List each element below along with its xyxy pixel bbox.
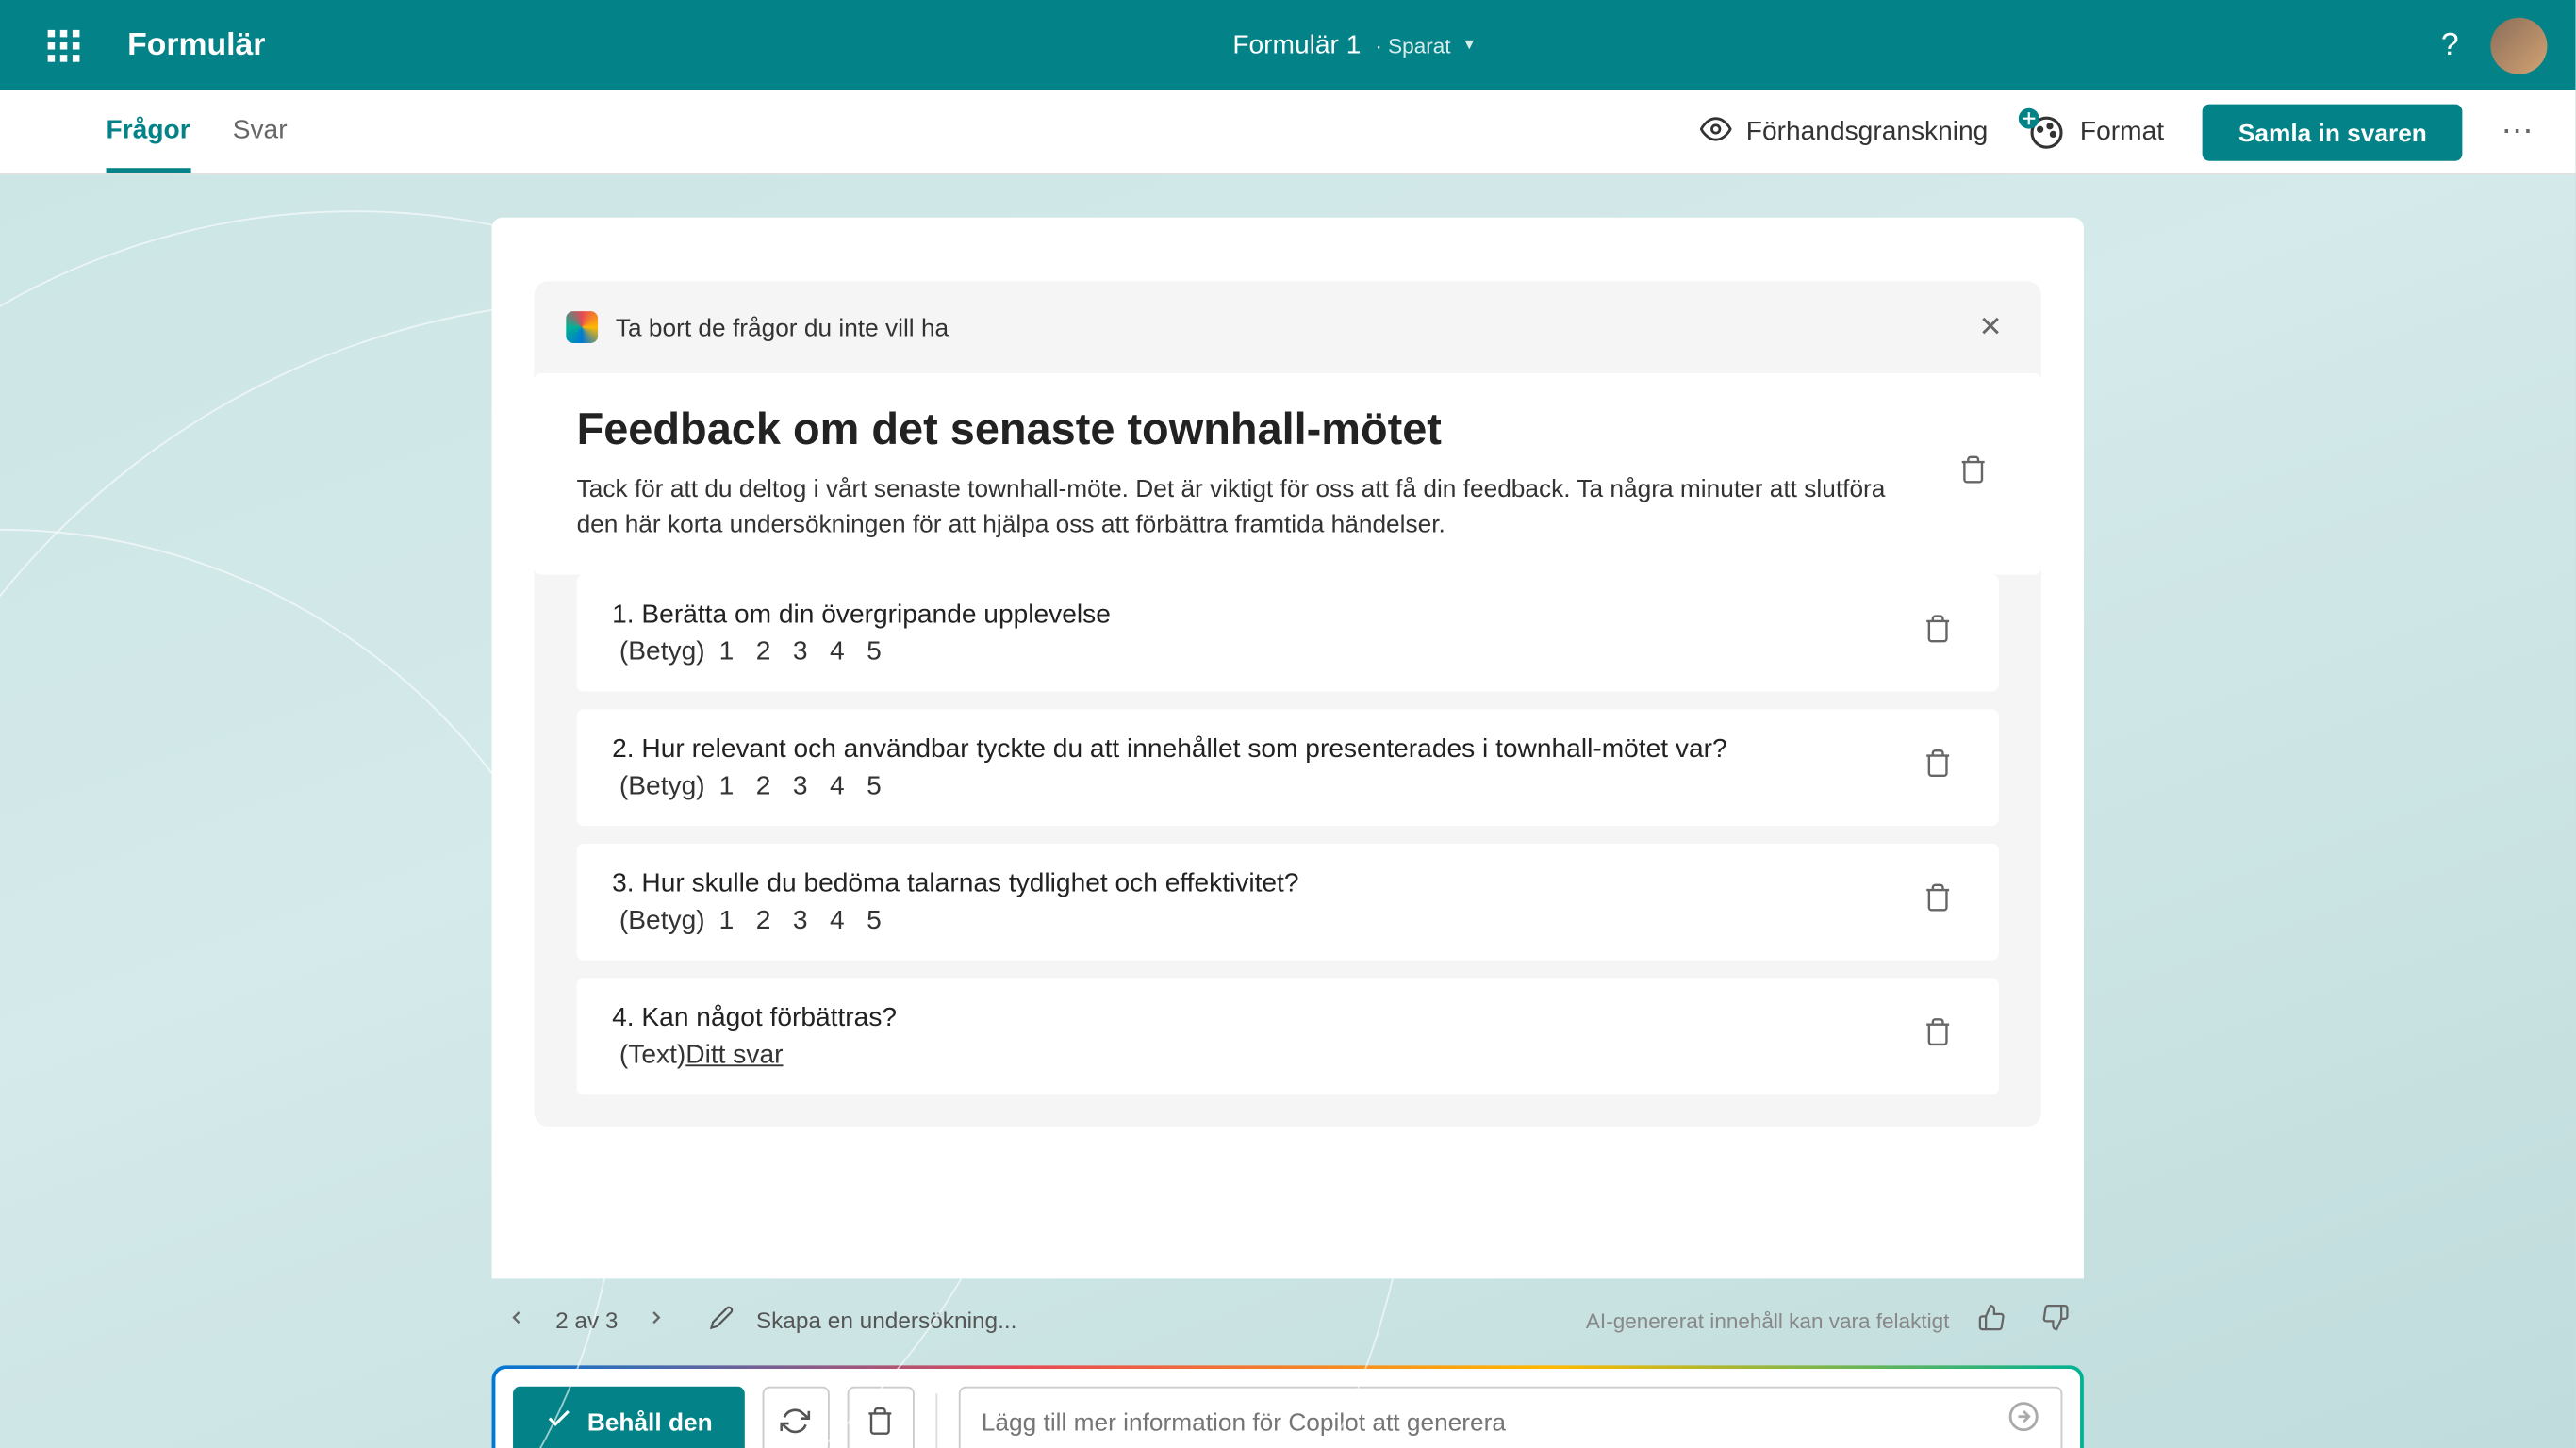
- app-name: Formulär: [127, 26, 265, 63]
- more-icon[interactable]: ⋯: [2502, 113, 2534, 150]
- close-icon[interactable]: ✕: [1972, 303, 2009, 353]
- question-block[interactable]: 3. Hur skulle du bedöma talarnas tydligh…: [577, 843, 1999, 960]
- waffle-icon: [48, 29, 80, 61]
- app-launcher-button[interactable]: [28, 9, 99, 80]
- delete-question-button[interactable]: [1912, 871, 1963, 931]
- question-block[interactable]: 1. Berätta om din övergripande upplevels…: [577, 574, 1999, 691]
- tab-questions[interactable]: Frågor: [107, 90, 190, 173]
- copilot-icon: [566, 311, 598, 343]
- question-block[interactable]: 2. Hur relevant och användbar tyckte du …: [577, 709, 1999, 826]
- saved-status: · Sparat: [1375, 33, 1450, 58]
- avatar[interactable]: [2490, 17, 2547, 74]
- send-icon[interactable]: [2007, 1401, 2039, 1441]
- ai-disclaimer: AI-genererat innehåll kan vara felaktigt: [1586, 1308, 1949, 1332]
- format-label: Format: [2080, 117, 2164, 147]
- app-header: Formulär Formulär 1 · Sparat ▾ ?: [0, 0, 2575, 90]
- form-description: Tack för att du deltog i vårt senaste to…: [577, 470, 1926, 542]
- preview-label: Förhandsgranskning: [1746, 117, 1989, 147]
- thumbs-up-button[interactable]: [1971, 1296, 2013, 1344]
- header-center: Formulär 1 · Sparat ▾: [265, 30, 2440, 60]
- chevron-down-icon[interactable]: ▾: [1465, 36, 1474, 56]
- preview-button[interactable]: Förhandsgranskning: [1700, 112, 1988, 151]
- canvas-background: Ta bort de frågor du inte vill ha ✕ Feed…: [0, 175, 2575, 1448]
- thumbs-down-button[interactable]: [2034, 1296, 2076, 1344]
- delete-question-button[interactable]: [1912, 1006, 1963, 1066]
- tab-answers[interactable]: Svar: [233, 90, 288, 173]
- delete-title-button[interactable]: [1947, 443, 1998, 503]
- ai-hint-text: Ta bort de frågor du inte vill ha: [616, 313, 1954, 341]
- form-heading: Feedback om det senaste townhall-mötet: [577, 405, 1926, 456]
- help-icon[interactable]: ?: [2441, 26, 2459, 63]
- toolbar: Frågor Svar Förhandsgranskning Format Sa…: [0, 90, 2575, 175]
- eye-icon: [1700, 112, 1732, 151]
- format-button[interactable]: Format: [2027, 112, 2164, 151]
- ai-suggestion-box: Ta bort de frågor du inte vill ha ✕ Feed…: [535, 281, 2041, 1126]
- delete-question-button[interactable]: [1912, 737, 1963, 798]
- form-card: Ta bort de frågor du inte vill ha ✕ Feed…: [492, 218, 2084, 1279]
- form-title[interactable]: Formulär 1: [1232, 30, 1361, 60]
- question-block[interactable]: 4. Kan något förbättras? (Text)Ditt svar: [577, 978, 1999, 1094]
- palette-icon: [2027, 112, 2066, 151]
- collect-responses-button[interactable]: Samla in svaren: [2203, 104, 2462, 160]
- form-title-block[interactable]: Feedback om det senaste townhall-mötet T…: [535, 373, 2041, 574]
- delete-question-button[interactable]: [1912, 602, 1963, 663]
